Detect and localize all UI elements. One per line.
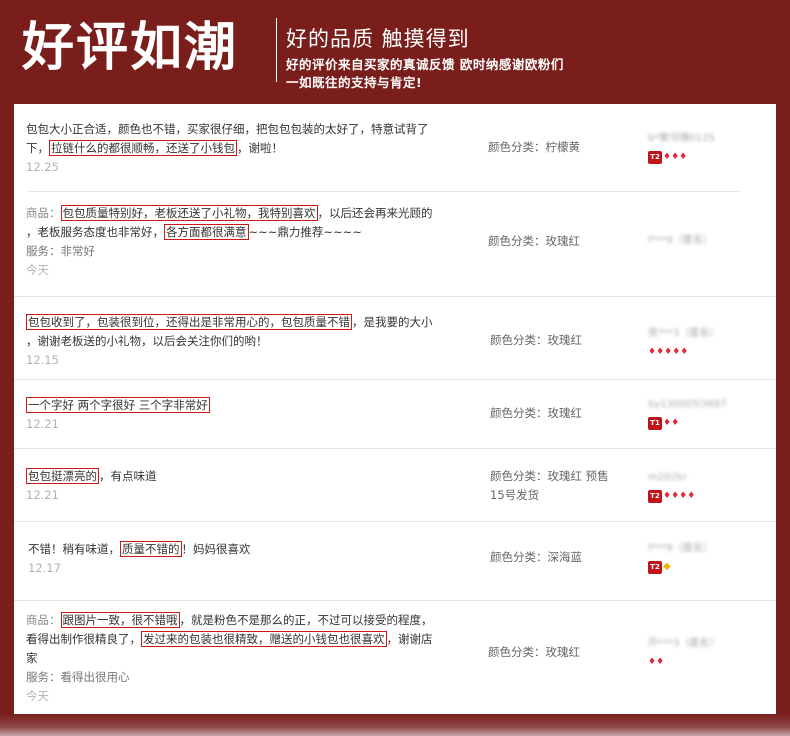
highlight-box-3: 包包收到了，包装很到位，还得出是非常用心的，包包质量不错 [26, 314, 352, 330]
header-divider [276, 18, 277, 82]
review-date-2: 今天 [26, 263, 49, 277]
reviewer-name-2: f***9（匿名） [648, 235, 713, 246]
review-text-7-part-c: ，谢谢店 [386, 632, 433, 646]
crown-rank-icon: ◆ [663, 561, 671, 572]
diamond-rank-icon: ♦♦ [648, 657, 665, 667]
level-badge-icon: T2 [648, 489, 662, 503]
review-service-7: 服务：看得出很用心 [26, 670, 130, 684]
diamond-rank-icon: ♦♦♦♦ [663, 491, 696, 501]
review-text-7-part-d: 家 [26, 651, 38, 665]
reviewer-4: by130005l3697 T1 ♦♦ [648, 398, 768, 430]
highlight-box-2a: 包包质量特别好，老板还送了小礼物，我特别喜欢 [60, 205, 318, 221]
reviewer-name-1: b*聚邻珊0125 [648, 133, 715, 144]
review-label-7: 商品： [26, 613, 61, 627]
reviewer-6: f***9（匿名） T2 ◆ [648, 542, 768, 574]
bottom-band [0, 714, 790, 736]
review-date-5: 12.21 [26, 488, 59, 502]
review-spec-7: 颜色分类：玫瑰红 [488, 645, 580, 659]
review-text-3-part-a: ，是我要的大小 [352, 315, 433, 329]
diamond-rank-icon: ♦♦♦ [663, 152, 688, 162]
banner-subtitle: 好的品质 触摸得到 [286, 27, 470, 51]
review-text-2-part-b: ，老板服务态度也非常好， [26, 225, 164, 239]
review-service-2: 服务：非常好 [26, 244, 95, 258]
review-spec-5: 颜色分类：玫瑰红 预售 15号发货 [490, 467, 650, 505]
review-row-5: 包包挺漂亮的 ，有点味道 12.21 颜色分类：玫瑰红 预售 15号发货 m202… [14, 449, 776, 522]
review-text-1: 包包大小正合适，颜色也不错，买家很仔细，把包包包装的太好了，特意试背了 下， 拉链… [26, 120, 450, 177]
highlight-box-6: 质量不错的 [120, 541, 182, 557]
review-row-2: 商品： 包包质量特别好，老板还送了小礼物，我特别喜欢 ，以后还会再来光顾的 ，老板服… [14, 192, 776, 297]
review-date-4: 12.21 [26, 417, 59, 431]
review-row-4: 一个字好 两个字很好 三个字非常好 12.21 颜色分类：玫瑰红 by13000… [14, 380, 776, 449]
reviewer-5: m202kr T2 ♦♦♦♦ [648, 471, 768, 503]
review-row-1: 包包大小正合适，颜色也不错，买家很仔细，把包包包装的太好了，特意试背了 下， 拉链… [14, 104, 776, 190]
review-text-1-part-c: ，谢啦！ [237, 141, 283, 155]
review-spec-5-line-1: 颜色分类：玫瑰红 预售 [490, 469, 609, 483]
review-date-6: 12.17 [28, 561, 61, 575]
reviewer-name-7: 开***3（匿名） [648, 638, 720, 649]
review-text-1-part-a: 包包大小正合适，颜色也不错，买家很仔细，把包包包装的太好了，特意试背了 [26, 122, 429, 136]
review-spec-2: 颜色分类：玫瑰红 [488, 234, 580, 248]
reviewer-1: b*聚邻珊0125 T2 ♦♦♦ [648, 132, 768, 164]
level-badge-icon: T1 [648, 416, 662, 430]
review-date-1: 12.25 [26, 160, 59, 174]
review-text-3: 包包收到了，包装很到位，还得出是非常用心的，包包质量不错 ，是我要的大小 ，谢谢老… [26, 313, 450, 370]
highlight-box-7a: 跟图片一致，很不错哦 [60, 612, 180, 628]
banner-header: 好评如潮 好的品质 触摸得到 好的评价来自买家的真诚反馈 欧时纳感谢欧粉们 一如… [0, 0, 790, 100]
reviewer-7: 开***3（匿名） ♦♦ [648, 637, 768, 669]
review-row-6: 不错！稍有味道， 质量不错的 ！妈妈很喜欢 12.17 颜色分类：深海蓝 f***9… [14, 522, 776, 601]
review-text-6-part-a: 不错！稍有味道， [28, 542, 120, 556]
reviews-panel: 包包大小正合适，颜色也不错，买家很仔细，把包包包装的太好了，特意试背了 下， 拉链… [14, 104, 776, 714]
banner-tagline-2: 一如既往的支持与肯定! [286, 75, 423, 90]
review-text-2-part-c: ~~~鼎力推荐~~~~ [248, 225, 362, 239]
review-text-1-part-b: 下， [26, 141, 49, 155]
highlight-box-4: 一个字好 两个字很好 三个字非常好 [26, 397, 210, 413]
review-text-4: 一个字好 两个字很好 三个字非常好 12.21 [26, 396, 450, 434]
highlight-box-7b: 发过来的包装也很精致，赠送的小钱包也很喜欢 [141, 631, 387, 647]
reviewer-name-6: f***9（匿名） [648, 543, 713, 554]
reviewer-name-3: 夜***3（匿名） [648, 328, 720, 339]
highlight-box-2b: 各方面都很满意 [164, 224, 249, 240]
review-text-3-part-b: ，谢谢老板送的小礼物，以后会关注你们的哟！ [26, 334, 268, 348]
review-text-5-part-a: ，有点味道 [99, 469, 157, 483]
review-text-2-part-a: ，以后还会再来光顾的 [317, 206, 433, 220]
review-spec-4: 颜色分类：玫瑰红 [490, 406, 582, 420]
review-date-3: 12.15 [26, 353, 59, 367]
review-spec-3: 颜色分类：玫瑰红 [490, 333, 582, 347]
diamond-rank-icon: ♦♦ [663, 418, 680, 428]
level-badge-icon: T2 [648, 560, 662, 574]
review-text-5: 包包挺漂亮的 ，有点味道 12.21 [26, 467, 450, 505]
highlight-box-5: 包包挺漂亮的 [26, 468, 99, 484]
review-text-2: 商品： 包包质量特别好，老板还送了小礼物，我特别喜欢 ，以后还会再来光顾的 ，老板服… [26, 204, 450, 280]
review-date-7: 今天 [26, 689, 49, 703]
reviewer-name-4: by130005l3697 [648, 399, 727, 410]
highlight-box-1: 拉链什么的都很顺畅，还送了小钱包 [49, 140, 237, 156]
banner-tagline-1: 好的评价来自买家的真诚反馈 欧时纳感谢欧粉们 [286, 57, 564, 72]
review-row-7: 商品： 跟图片一致，很不错哦 ，就是粉色不是那么的正，不过可以接受的程度， 看得出制… [14, 601, 776, 714]
level-badge-icon: T2 [648, 150, 662, 164]
review-spec-5-line-2: 15号发货 [490, 488, 540, 502]
review-text-6: 不错！稍有味道， 质量不错的 ！妈妈很喜欢 12.17 [28, 540, 452, 578]
review-spec-6: 颜色分类：深海蓝 [490, 550, 582, 564]
review-spec-1: 颜色分类：柠檬黄 [488, 140, 580, 154]
review-text-7: 商品： 跟图片一致，很不错哦 ，就是粉色不是那么的正，不过可以接受的程度， 看得出制… [26, 611, 450, 706]
review-label-2: 商品： [26, 206, 61, 220]
review-text-7-part-a: ，就是粉色不是那么的正，不过可以接受的程度， [179, 613, 433, 627]
reviewer-name-5: m202kr [648, 472, 687, 483]
diamond-rank-icon: ♦♦♦♦♦ [648, 347, 689, 357]
reviewer-3: 夜***3（匿名） ♦♦♦♦♦ [648, 327, 768, 359]
banner-title: 好评如潮 [22, 18, 239, 78]
review-text-6-part-b: ！妈妈很喜欢 [181, 542, 251, 556]
reviewer-2: f***9（匿名） [648, 234, 768, 248]
review-text-7-part-b: 看得出制作很精良了， [26, 632, 141, 646]
review-row-3: 包包收到了，包装很到位，还得出是非常用心的，包包质量不错 ，是我要的大小 ，谢谢老… [14, 297, 776, 380]
